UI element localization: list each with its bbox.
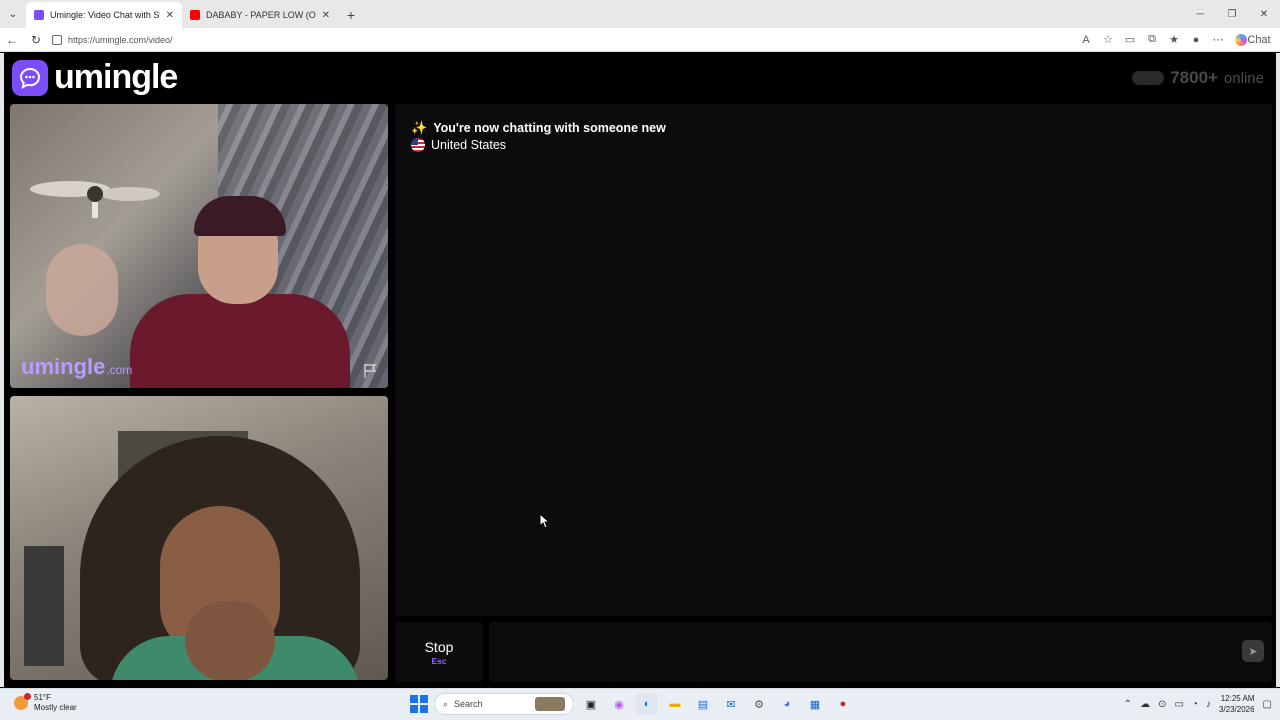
tab-umingle[interactable]: Umingle: Video Chat with Stra ✕ <box>26 2 182 28</box>
notifications-icon[interactable]: ▢ <box>1263 699 1272 710</box>
tab-youtube[interactable]: DABABY - PAPER LOW (OFFICIAL M ✕ <box>182 2 338 28</box>
location-icon[interactable]: ⊙ <box>1158 699 1166 710</box>
copilot-taskbar-icon[interactable]: ◉ <box>608 693 630 715</box>
mouse-cursor-icon <box>539 513 551 529</box>
minimize-icon[interactable]: ─ <box>1184 0 1216 28</box>
status-message: You're now chatting with someone new <box>433 121 666 135</box>
online-count: 7800+ <box>1170 68 1218 87</box>
read-aloud-icon[interactable]: A <box>1077 31 1095 49</box>
url-text: https://umingle.com/video/ <box>68 34 173 45</box>
report-flag-icon[interactable] <box>362 362 380 380</box>
stop-shortcut: Esc <box>431 655 447 666</box>
logo-text: umingle <box>54 58 178 96</box>
onedrive-icon[interactable]: ☁ <box>1140 699 1150 710</box>
stranger-country: United States <box>411 138 506 152</box>
weather-temp: 51°F <box>34 693 51 702</box>
sparkle-icon: ✨ <box>411 120 428 135</box>
outlook-icon[interactable]: ✉ <box>720 693 742 715</box>
taskbar-apps: ⌕ Search ▣ ◉ ◐ ▬ ▤ ✉ ⚙ ◕ ▦ ● <box>410 693 854 715</box>
clock-time: 12:25 AM <box>1220 694 1255 703</box>
profile-icon[interactable]: ● <box>1187 31 1205 49</box>
start-icon[interactable] <box>410 695 428 713</box>
url-field[interactable]: https://umingle.com/video/ <box>52 34 1077 45</box>
display-icon[interactable]: ▭ <box>1174 699 1183 710</box>
window-controls: ─ ❐ ✕ <box>1184 0 1280 28</box>
split-screen-icon[interactable]: ▭ <box>1121 31 1139 49</box>
stop-label: Stop <box>424 638 454 655</box>
favorite-star-icon[interactable]: ☆ <box>1099 31 1117 49</box>
umingle-page: umingle 7800+ online umingle .com ✨ You'… <box>0 53 1280 687</box>
close-tab-icon[interactable]: ✕ <box>322 10 330 21</box>
extensions-icon[interactable]: ⧉ <box>1143 31 1161 49</box>
taskbar-search[interactable]: ⌕ Search <box>434 693 574 715</box>
us-flag-icon <box>411 138 425 152</box>
video-person-body <box>130 294 350 388</box>
chevron-up-icon[interactable]: ⌃ <box>1124 699 1132 710</box>
windows-taskbar: 51°F Mostly clear ⌕ Search ▣ ◉ ◐ ▬ ▤ ✉ ⚙… <box>0 688 1280 720</box>
app-icon[interactable]: ● <box>832 693 854 715</box>
chat-panel: ✨ You're now chatting with someone new U… <box>395 104 1272 616</box>
site-logo[interactable]: umingle <box>12 58 178 97</box>
stop-button[interactable]: Stop Esc <box>395 622 483 682</box>
address-bar-actions: A ☆ ▭ ⧉ ★ ● ⋯ Chat <box>1077 31 1280 49</box>
send-icon[interactable]: ➤ <box>1242 640 1264 662</box>
mail-icon[interactable]: ▦ <box>804 693 826 715</box>
weather-icon <box>14 693 31 710</box>
weather-widget[interactable]: 51°F Mostly clear <box>14 693 77 713</box>
online-indicator: 7800+ online <box>1132 68 1264 88</box>
self-video <box>10 396 388 680</box>
ceiling-fan-image <box>30 181 160 218</box>
network-icon[interactable]: ◔ <box>1192 699 1198 710</box>
video-hand <box>46 244 118 336</box>
youtube-favicon-icon <box>190 10 200 20</box>
online-label: online <box>1223 69 1264 87</box>
search-icon: ⌕ <box>443 698 449 709</box>
tab-title: DABABY - PAPER LOW (OFFICIAL M <box>206 10 316 20</box>
weather-desc: Mostly clear <box>34 703 77 712</box>
volume-icon[interactable]: ♪ <box>1206 699 1211 710</box>
search-highlight-icon <box>535 697 565 711</box>
refresh-icon[interactable]: ↻ <box>24 28 48 52</box>
country-name: United States <box>431 138 507 152</box>
copilot-icon <box>1235 33 1247 46</box>
tab-actions-menu[interactable]: ⌄ <box>0 0 26 28</box>
close-tab-icon[interactable]: ✕ <box>166 10 174 21</box>
discord-icon[interactable]: ◕ <box>776 693 798 715</box>
chat-label: Chat <box>1247 33 1271 46</box>
umingle-favicon-icon <box>34 10 44 20</box>
video-watermark: umingle .com <box>21 354 132 380</box>
background-shelf <box>24 546 64 666</box>
edge-icon[interactable]: ◐ <box>636 693 658 715</box>
maximize-icon[interactable]: ❐ <box>1216 0 1248 28</box>
task-view-icon[interactable]: ▣ <box>580 693 602 715</box>
stranger-video: umingle .com <box>10 104 388 388</box>
browser-tab-bar: ⌄ Umingle: Video Chat with Stra ✕ DABABY… <box>0 0 1280 28</box>
more-menu-icon[interactable]: ⋯ <box>1209 31 1227 49</box>
chat-status: ✨ You're now chatting with someone new <box>411 120 666 136</box>
chat-bubble-logo-icon <box>12 59 48 96</box>
system-tray: ⌃ ☁ ⊙ ▭ ◔ ♪ 12:25 AM 3/23/2026 ▢ <box>1124 693 1272 715</box>
close-window-icon[interactable]: ✕ <box>1248 0 1280 28</box>
watermark-text: umingle <box>21 354 106 379</box>
message-input[interactable]: ➤ <box>489 622 1272 682</box>
favorites-icon[interactable]: ★ <box>1165 31 1183 49</box>
video-person-hands <box>185 601 275 680</box>
clock-date: 3/23/2026 <box>1218 705 1255 714</box>
clock[interactable]: 12:25 AM 3/23/2026 <box>1219 693 1255 715</box>
file-explorer-icon[interactable]: ▬ <box>664 693 686 715</box>
search-label: Search <box>454 699 483 709</box>
back-icon[interactable]: ← <box>0 28 24 52</box>
copilot-chat-button[interactable]: Chat <box>1231 31 1272 49</box>
new-tab-button[interactable]: + <box>338 2 364 28</box>
settings-icon[interactable]: ⚙ <box>748 693 770 715</box>
address-bar: ← ↻ https://umingle.com/video/ A ☆ ▭ ⧉ ★… <box>0 28 1280 52</box>
site-info-icon[interactable] <box>52 34 62 45</box>
tab-title: Umingle: Video Chat with Stra <box>50 10 160 20</box>
store-icon[interactable]: ▤ <box>692 693 714 715</box>
online-toggle[interactable] <box>1132 71 1165 85</box>
watermark-domain: .com <box>106 363 133 377</box>
